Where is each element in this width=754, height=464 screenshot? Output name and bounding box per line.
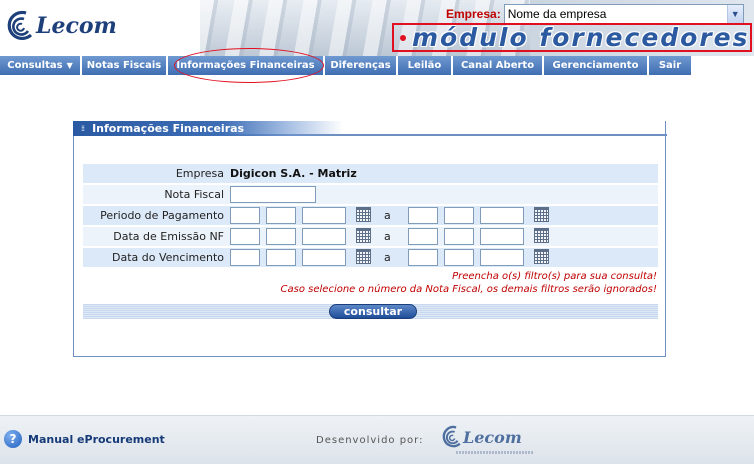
footer-logo-text: Lecom [463, 427, 522, 447]
empresa-select-value: Nome da empresa [507, 7, 607, 21]
filter-hint-message: Preencha o(s) filtro(s) para sua consult… [83, 270, 658, 296]
calendar-icon[interactable] [356, 228, 371, 243]
filter-hint-line-2: Caso selecione o número da Nota Fiscal, … [280, 284, 657, 295]
module-title-box: módulo fornecedores [392, 23, 752, 52]
nav-item-label: Leilão [407, 60, 442, 71]
emissao-start-month-input[interactable] [266, 228, 296, 245]
calendar-icon[interactable] [534, 207, 549, 222]
emissao-end-year-input[interactable] [480, 228, 524, 245]
emissao-end-day-input[interactable] [408, 228, 438, 245]
filter-hint-line-1: Preencha o(s) filtro(s) para sua consult… [452, 271, 657, 282]
nav-item-label: Canal Aberto [460, 60, 535, 71]
calendar-icon[interactable] [534, 249, 549, 264]
form-row-empresa: Empresa Digicon S.A. - Matriz [83, 164, 658, 185]
nav-item-gerenciamento[interactable]: Gerenciamento [544, 56, 649, 75]
emissao-start-day-input[interactable] [230, 228, 260, 245]
footer: ? Manual eProcurement Desenvolvido por: … [0, 415, 754, 464]
calendar-icon[interactable] [356, 249, 371, 264]
caret-down-icon: ▼ [66, 61, 73, 70]
emissao-end-month-input[interactable] [444, 228, 474, 245]
submit-bar: consultar [83, 304, 658, 319]
nav-item-notas-fiscais[interactable]: Notas Fiscais [82, 56, 168, 75]
form-row-data-vencimento: Data do Vencimento a [83, 248, 658, 269]
form-row-data-emissao: Data de Emissão NF a [83, 227, 658, 248]
manual-eprocurement-link[interactable]: Manual eProcurement [28, 433, 165, 446]
nota-fiscal-input[interactable] [230, 186, 316, 203]
lecom-logo-icon [442, 425, 461, 448]
nav-item-sair[interactable]: Sair [649, 56, 693, 75]
nota-fiscal-label: Nota Fiscal [164, 188, 224, 201]
vencimento-start-year-input[interactable] [302, 249, 346, 266]
pagamento-end-month-input[interactable] [444, 207, 474, 224]
range-separator: a [384, 209, 391, 222]
logo-text: Lecom [36, 13, 117, 39]
empresa-selector: Empresa: Nome da empresa ▼ [446, 4, 744, 24]
pagamento-end-year-input[interactable] [480, 207, 524, 224]
nav-item-diferencas[interactable]: Diferenças [325, 56, 398, 75]
panel-header: ⁞⁞ Informações Financeiras [73, 121, 343, 136]
panel-title: Informações Financeiras [92, 122, 245, 135]
vencimento-end-day-input[interactable] [408, 249, 438, 266]
empresa-select[interactable]: Nome da empresa ▼ [503, 4, 744, 24]
pagamento-start-year-input[interactable] [302, 207, 346, 224]
nav-item-label: Gerenciamento [552, 60, 639, 71]
nav-item-label: Sair [658, 60, 682, 71]
chevron-down-icon[interactable]: ▼ [726, 5, 743, 23]
lecom-logo: Lecom [4, 6, 117, 46]
nav-item-label: Consultas [7, 60, 63, 71]
consultar-button[interactable]: consultar [329, 304, 417, 319]
filter-form: Empresa Digicon S.A. - Matriz Nota Fisca… [83, 164, 658, 319]
grip-icon: ⁞⁞ [81, 124, 85, 133]
nav-item-consultas[interactable]: Consultas ▼ [0, 56, 82, 75]
range-separator: a [384, 230, 391, 243]
main-nav: Consultas ▼ Notas Fiscais Informações Fi… [0, 56, 754, 75]
range-separator: a [384, 251, 391, 264]
vencimento-start-month-input[interactable] [266, 249, 296, 266]
footer-lecom-logo: Lecom [440, 424, 522, 450]
header: Lecom Empresa: Nome da empresa ▼ módulo … [0, 0, 754, 56]
nav-item-label: Diferenças [330, 60, 391, 71]
help-icon[interactable]: ? [4, 430, 22, 448]
empresa-label: Empresa: [446, 7, 501, 21]
pagamento-start-day-input[interactable] [230, 207, 260, 224]
footer-logo-tagline [456, 451, 534, 454]
nav-item-informacoes-financeiras[interactable]: Informações Financeiras [168, 56, 325, 75]
nav-item-label: Notas Fiscais [86, 60, 162, 71]
nav-item-leilao[interactable]: Leilão [398, 56, 453, 75]
calendar-icon[interactable] [356, 207, 371, 222]
data-vencimento-label: Data do Vencimento [112, 251, 224, 264]
vencimento-start-day-input[interactable] [230, 249, 260, 266]
data-emissao-label: Data de Emissão NF [113, 230, 224, 243]
form-row-nota-fiscal: Nota Fiscal [83, 185, 658, 206]
module-title: módulo fornecedores [412, 23, 750, 52]
periodo-pagamento-label: Periodo de Pagamento [100, 209, 224, 222]
empresa-field-label: Empresa [175, 167, 224, 180]
empresa-field-value: Digicon S.A. - Matriz [230, 167, 357, 180]
emissao-start-year-input[interactable] [302, 228, 346, 245]
vencimento-end-month-input[interactable] [444, 249, 474, 266]
calendar-icon[interactable] [534, 228, 549, 243]
form-row-periodo-pagamento: Periodo de Pagamento a [83, 206, 658, 227]
lecom-logo-icon [7, 10, 33, 40]
financial-info-panel: ⁞⁞ Informações Financeiras Empresa Digic… [73, 121, 667, 357]
pagamento-end-day-input[interactable] [408, 207, 438, 224]
nav-item-label: Informações Financeiras [176, 60, 315, 71]
nav-item-canal-aberto[interactable]: Canal Aberto [453, 56, 544, 75]
pagamento-start-month-input[interactable] [266, 207, 296, 224]
developed-by-label: Desenvolvido por: [316, 435, 424, 446]
bullet-icon [400, 34, 406, 41]
vencimento-end-year-input[interactable] [480, 249, 524, 266]
